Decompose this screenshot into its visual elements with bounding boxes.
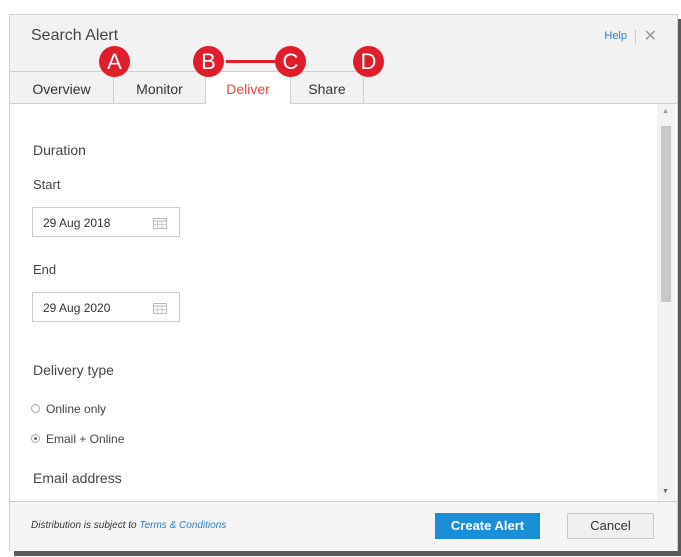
distribution-notice: Distribution is subject to Terms & Condi…: [31, 520, 226, 531]
title-divider: [635, 29, 636, 44]
scrollbar-thumb[interactable]: [661, 126, 671, 302]
tab-deliver[interactable]: Deliver: [205, 71, 291, 104]
cancel-button[interactable]: Cancel: [567, 513, 654, 539]
end-date-field[interactable]: 29 Aug 2020: [32, 292, 180, 322]
tab-monitor-label: Monitor: [136, 81, 183, 97]
tab-deliver-label: Deliver: [226, 81, 270, 97]
tab-monitor[interactable]: Monitor: [113, 71, 206, 103]
distribution-text: Distribution is subject to: [31, 520, 140, 531]
dialog-title: Search Alert: [31, 27, 119, 44]
start-label: Start: [33, 177, 61, 192]
delivery-type-label: Delivery type: [33, 362, 114, 378]
end-date-value: 29 Aug 2020: [43, 301, 111, 315]
scroll-down-arrow-icon[interactable]: ▼: [662, 488, 669, 495]
scroll-up-arrow-icon[interactable]: ▲: [662, 108, 669, 115]
online-only-label: Online only: [46, 402, 107, 416]
tab-overview[interactable]: Overview: [10, 71, 114, 103]
annotation-marker-d: D: [353, 46, 384, 77]
end-label: End: [33, 262, 57, 277]
terms-link[interactable]: Terms & Conditions: [139, 520, 226, 531]
tab-overview-label: Overview: [32, 81, 91, 97]
create-alert-button[interactable]: Create Alert: [435, 513, 540, 539]
online-only-radio-dot[interactable]: [31, 404, 40, 413]
annotation-marker-a: A: [99, 46, 130, 77]
dialog-footer: Distribution is subject to Terms & Condi…: [10, 501, 677, 551]
annotation-marker-c: C: [275, 46, 306, 77]
tab-share[interactable]: Share: [290, 71, 364, 103]
email-online-radio-dot[interactable]: [31, 434, 40, 443]
calendar-icon[interactable]: [153, 302, 167, 314]
content-scrollbar[interactable]: ▲ ▼: [657, 104, 675, 501]
close-icon[interactable]: ✕: [644, 26, 657, 46]
start-date-field[interactable]: 29 Aug 2018: [32, 207, 180, 237]
search-alert-dialog: Search Alert Help ✕ Overview Monitor Del…: [9, 14, 678, 551]
tab-share-label: Share: [308, 81, 346, 97]
start-date-value: 29 Aug 2018: [43, 216, 111, 230]
deliver-panel: Duration Start 29 Aug 2018 End 29 Aug 20…: [10, 104, 655, 501]
help-link[interactable]: Help: [604, 30, 627, 42]
email-address-label: Email address: [33, 470, 122, 486]
calendar-icon[interactable]: [153, 217, 167, 229]
annotation-marker-b: B: [193, 46, 224, 77]
marker-connector-b-c: [226, 60, 276, 63]
duration-heading: Duration: [33, 142, 86, 158]
email-online-label: Email + Online: [46, 432, 125, 446]
